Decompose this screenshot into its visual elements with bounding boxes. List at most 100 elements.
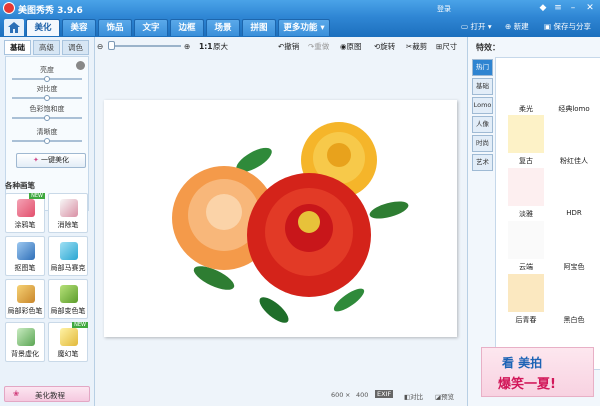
plus-icon: ⊕ — [505, 22, 512, 31]
category-lomo[interactable]: Lomo — [472, 97, 493, 114]
tab-more-features[interactable]: 更多功能 ▾ — [278, 19, 330, 36]
effect-hdr[interactable]: HDR — [554, 168, 594, 217]
tab-text[interactable]: 文字 — [134, 19, 168, 36]
subtab-basic[interactable]: 基础 — [4, 40, 31, 55]
rotate-button[interactable]: ⟲旋转 — [374, 41, 395, 52]
effect-soft-light[interactable]: 柔光 — [506, 63, 546, 114]
new-button[interactable]: ⊕ 新建 — [505, 21, 529, 33]
compare-button[interactable]: ◧对比 — [404, 391, 423, 401]
effect-classic-lomo[interactable]: 经典lomo — [554, 63, 594, 114]
tab-collage[interactable]: 拼图 — [242, 19, 276, 36]
app-title: 美图秀秀 3.9.6 — [18, 6, 83, 16]
cutout-brush-tool[interactable]: 抠图笔 — [5, 236, 45, 276]
tutorial-button[interactable]: ❀ 美化教程 — [4, 386, 90, 402]
tab-border[interactable]: 边框 — [170, 19, 204, 36]
sharpness-label: 清晰度 — [36, 128, 58, 136]
magic-brush-icon — [60, 328, 78, 346]
open-button[interactable]: ▭ 打开 ▾ — [461, 21, 492, 33]
sharpness-knob[interactable] — [44, 138, 50, 144]
doodle-brush-tool[interactable]: NEW 涂鸦笔 — [5, 193, 45, 233]
crop-button[interactable]: ✂裁剪 — [406, 41, 427, 52]
brightness-knob[interactable] — [44, 76, 50, 82]
resize-button[interactable]: ⊞尺寸 — [436, 41, 457, 52]
effect-label: 柔光 — [519, 105, 533, 113]
effect-label: 粉红佳人 — [560, 157, 588, 165]
zoom-out-icon[interactable]: ⊖ — [97, 41, 103, 52]
tab-scene[interactable]: 场景 — [206, 19, 240, 36]
auto-beautify-button[interactable]: ✦ 一键美化 — [16, 153, 86, 168]
eraser-brush-tool[interactable]: 消除笔 — [48, 193, 88, 233]
zoom-knob[interactable] — [108, 41, 115, 50]
orange-peony-center — [206, 194, 242, 230]
effect-pink-lady[interactable]: 粉红佳人 — [554, 115, 594, 166]
category-basic[interactable]: 基础 — [472, 78, 493, 95]
effect-thumbnail — [556, 63, 592, 101]
subtab-advanced[interactable]: 高级 — [33, 40, 60, 55]
effect-after-youth[interactable]: 后青春 — [506, 274, 546, 325]
background-blur-tool[interactable]: 背景虚化 — [5, 322, 45, 362]
meipai-ad-banner[interactable]: 看 美拍 爆笑一夏! — [481, 347, 594, 397]
login-link[interactable]: 登录 — [437, 4, 451, 14]
tab-beautify[interactable]: 美化 — [26, 19, 60, 36]
contrast-knob[interactable] — [44, 95, 50, 101]
category-fashion[interactable]: 时尚 — [472, 135, 493, 152]
home-tab[interactable] — [4, 19, 24, 36]
redo-button[interactable]: ↷重做 — [308, 41, 329, 52]
effect-label: 复古 — [519, 157, 533, 165]
zoom-in-icon[interactable]: ⊕ — [184, 41, 190, 52]
title-bar: 美图秀秀 3.9.6 登录 ◆ ≡ – ✕ — [0, 0, 600, 17]
leaf — [259, 297, 289, 323]
brush-section-title: 各种画笔 — [5, 181, 35, 190]
local-recolor-brush-label: 局部变色笔 — [50, 307, 86, 315]
skin-icon[interactable]: ◆ — [536, 2, 550, 14]
effect-black-white[interactable]: 黑白色 — [554, 274, 594, 325]
local-mosaic-label: 局部马赛克 — [50, 264, 86, 272]
effect-vintage[interactable]: 复古 — [506, 115, 546, 166]
magic-brush-tool[interactable]: NEW 魔幻笔 — [48, 322, 88, 362]
effect-label: 淡雅 — [519, 210, 533, 218]
local-color-brush-tool[interactable]: 局部彩色笔 — [5, 279, 45, 319]
save-share-button[interactable]: ▣ 保存与分享 — [544, 21, 591, 33]
effect-thumbnail — [556, 168, 592, 206]
effect-label: 阿宝色 — [563, 263, 585, 271]
redo-label: 重做 — [314, 42, 330, 51]
image-canvas[interactable] — [104, 100, 457, 337]
local-recolor-brush-tool[interactable]: 局部变色笔 — [48, 279, 88, 319]
effect-label: HDR — [566, 209, 582, 217]
saturation-knob[interactable] — [44, 115, 50, 121]
effects-panel: 特效： 热门 基础 Lomo 人像 时尚 艺术 柔光 经典lomo 复古 粉红佳… — [467, 37, 600, 406]
left-panel: 基础 高级 调色 亮度 对比度 色彩饱和度 清晰度 ✦ 一键美化 各种画笔 NE… — [0, 37, 95, 406]
brightness-label: 亮度 — [40, 66, 54, 74]
effect-thumbnail — [508, 63, 544, 101]
preview-button[interactable]: ◪预览 — [435, 391, 454, 401]
banner-line-2: 爆笑一夏! — [498, 377, 556, 392]
tab-beauty[interactable]: 美容 — [62, 19, 96, 36]
category-portrait[interactable]: 人像 — [472, 116, 493, 133]
zoom-ratio[interactable]: 1:1 — [199, 41, 212, 52]
banner-line-1: 看 美拍 — [502, 356, 543, 370]
doodle-brush-label: 涂鸦笔 — [14, 221, 36, 229]
tab-accessories[interactable]: 饰品 — [98, 19, 132, 36]
rotate-label: 旋转 — [380, 42, 396, 51]
effect-elegant[interactable]: 淡雅 — [506, 168, 546, 219]
close-icon[interactable]: ✕ — [583, 2, 597, 14]
menu-icon[interactable]: ≡ — [551, 2, 565, 14]
effect-abao-color[interactable]: 阿宝色 — [554, 221, 594, 272]
exif-button[interactable]: EXIF — [375, 390, 394, 398]
subtab-color[interactable]: 调色 — [62, 40, 89, 55]
cutout-brush-label: 抠图笔 — [14, 264, 36, 272]
category-art[interactable]: 艺术 — [472, 154, 493, 171]
effect-cloud[interactable]: 云端 — [506, 221, 546, 272]
color-brush-icon — [17, 285, 35, 303]
new-label: 新建 — [513, 22, 529, 31]
original-image-label: 原图 — [346, 42, 362, 51]
image-height: 400 — [356, 391, 369, 399]
original-size-button[interactable]: 原大 — [213, 41, 228, 52]
undo-button[interactable]: ↶撤销 — [278, 41, 299, 52]
category-hot[interactable]: 热门 — [472, 59, 493, 76]
original-image-button[interactable]: ◉原图 — [340, 41, 362, 52]
local-mosaic-tool[interactable]: 局部马赛克 — [48, 236, 88, 276]
minimize-icon[interactable]: – — [566, 2, 580, 14]
recolor-brush-icon — [60, 285, 78, 303]
zoom-slider[interactable] — [111, 45, 181, 47]
